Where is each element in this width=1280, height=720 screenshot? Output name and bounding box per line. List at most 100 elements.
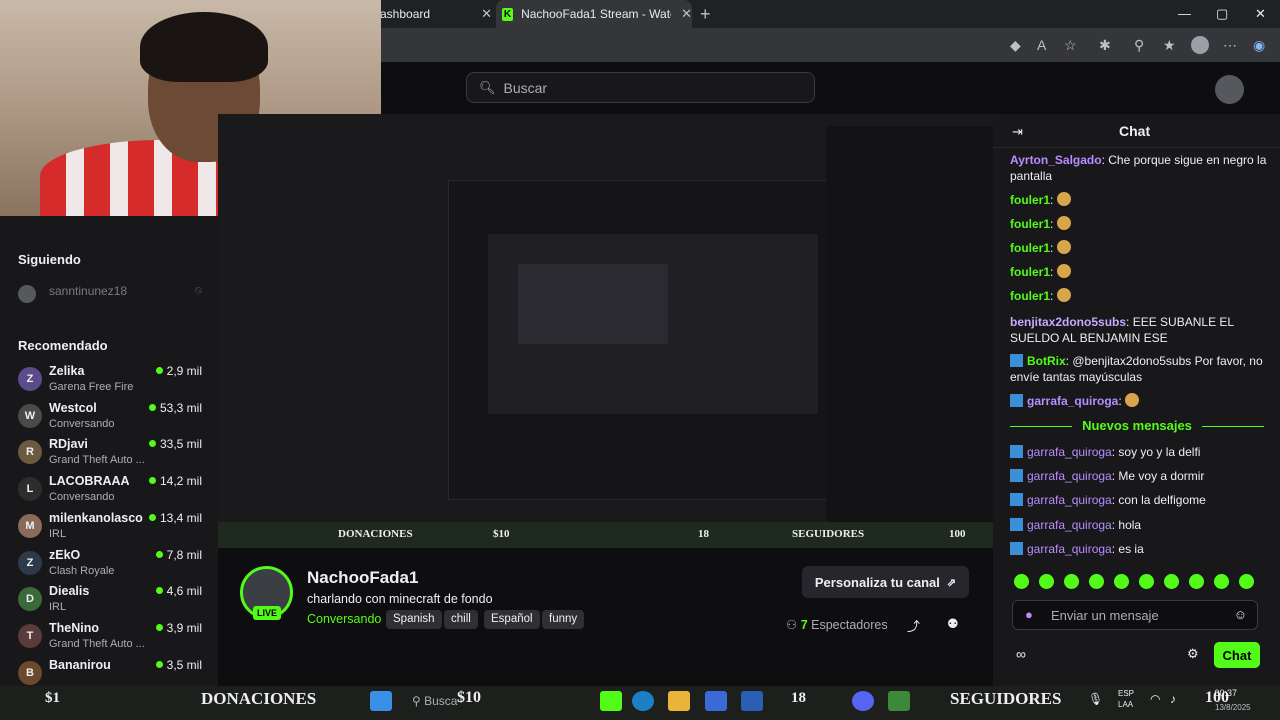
emote-icon [1056, 216, 1071, 230]
emote-icon[interactable] [1014, 574, 1029, 589]
badge-icon [1010, 493, 1023, 507]
chat-username[interactable]: garrafa_quiroga [1027, 542, 1112, 556]
sidebar-item-lacobraaa[interactable]: L LACOBRAAA Conversando 14,2 mil [18, 474, 208, 510]
volume-icon[interactable]: ♪ [1170, 692, 1176, 706]
chat-username[interactable]: garrafa_quiroga [1027, 394, 1118, 408]
emote-icon[interactable] [1139, 574, 1154, 589]
channel-category: Grand Theft Auto ... [49, 454, 145, 467]
windows-start-icon[interactable] [370, 691, 392, 711]
chat-message: fouler1: [1010, 216, 1268, 232]
sidebar-item-following[interactable]: sanntinunez18 ⦸ [18, 284, 208, 320]
tab-stream[interactable]: K NachooFada1 Stream - Watch Liv ✕ [496, 0, 692, 28]
follow-user-icon[interactable]: ⚉ [947, 616, 959, 632]
emote-icon[interactable] [1214, 574, 1229, 589]
extensions-puzzle-icon[interactable]: ✱ [1099, 37, 1111, 54]
file-explorer-icon[interactable] [668, 691, 690, 711]
chat-username[interactable]: fouler1 [1010, 241, 1050, 255]
emote-icon [1056, 264, 1071, 278]
wifi-icon[interactable]: ◠ [1150, 692, 1160, 706]
overlay-18: 18 [791, 690, 806, 706]
favorite-star-icon[interactable]: ☆ [1064, 37, 1077, 54]
extension-icon[interactable]: ◆ [1010, 37, 1021, 54]
channel-name: RDjavi [49, 437, 88, 452]
minimize-icon[interactable]: — [1178, 6, 1191, 21]
sidebar-item-zeko[interactable]: ZzEkO Clash Royale 7,8 mil [18, 548, 208, 584]
emote-icon[interactable] [1039, 574, 1054, 589]
store-icon[interactable] [705, 691, 727, 711]
chat-username[interactable]: garrafa_quiroga [1027, 445, 1112, 459]
close-window-icon[interactable]: ✕ [1255, 6, 1266, 22]
close-icon[interactable]: ✕ [681, 6, 692, 22]
maximize-icon[interactable]: ▢ [1216, 6, 1228, 22]
stream-overlay-bar [218, 522, 993, 548]
emote-icon[interactable] [1189, 574, 1204, 589]
read-aloud-icon[interactable]: A [1037, 37, 1046, 53]
copilot-icon[interactable]: ◉ [1253, 37, 1265, 54]
chat-username[interactable]: fouler1 [1010, 289, 1050, 303]
chat-username[interactable]: garrafa_quiroga [1027, 518, 1112, 532]
collapse-chat-icon[interactable]: ⇥ [1012, 124, 1023, 140]
sidebar-item-westcol[interactable]: W Westcol Conversando 53,3 mil [18, 401, 208, 437]
chat-username[interactable]: fouler1 [1010, 217, 1050, 231]
stream-video-content [218, 114, 993, 522]
chat-username[interactable]: benjitax2dono5subs [1010, 315, 1126, 329]
tab-dashboard[interactable]: ashboard ✕ [380, 0, 492, 28]
language-indicator[interactable]: ESP LAA [1118, 688, 1134, 710]
chat-username[interactable]: BotRix [1027, 354, 1066, 368]
chat-username[interactable]: fouler1 [1010, 193, 1050, 207]
following-title: Siguiendo [18, 252, 81, 267]
avatar: D [18, 587, 42, 612]
tag-funny[interactable]: funny [542, 610, 585, 629]
chat-message: garrafa_quiroga: hola [1010, 517, 1268, 533]
tag-spanish[interactable]: Spanish [386, 610, 442, 629]
streamer-name[interactable]: NachooFada1 [307, 568, 418, 588]
sidebar-item-rdjavi[interactable]: R RDjavi Grand Theft Auto ... 33,5 mil [18, 437, 208, 473]
taskbar-search[interactable]: ⚲ Busca [412, 694, 457, 708]
chat-send-button[interactable]: Chat [1214, 642, 1260, 668]
emote-icon[interactable] [1089, 574, 1104, 589]
tag-espanol[interactable]: Español [484, 610, 540, 629]
more-menu-icon[interactable]: ⋯ [1223, 37, 1237, 54]
search-input[interactable]: 🔍︎ Buscar [466, 72, 815, 103]
chat-username[interactable]: fouler1 [1010, 265, 1050, 279]
chat-username[interactable]: garrafa_quiroga [1027, 469, 1112, 483]
chat-input[interactable]: ● Enviar un mensaje ☺ [1012, 600, 1258, 630]
profile-avatar[interactable] [1191, 36, 1209, 54]
sidebar-item-zelika[interactable]: Z Zelika Garena Free Fire 2,9 mil [18, 364, 208, 400]
sidebar-item-thenino[interactable]: T TheNino Grand Theft Auto ... 3,9 mil [18, 621, 208, 657]
word-icon[interactable] [741, 691, 763, 711]
discord-icon[interactable] [852, 691, 874, 711]
chat-username[interactable]: Ayrton_Salgado [1010, 153, 1102, 167]
points-icon[interactable]: ∞ [1016, 646, 1026, 662]
emote-icon[interactable] [1114, 574, 1129, 589]
overlay-seguidores-small: SEGUIDORES [792, 528, 865, 540]
sidebar-item-milenkanolasco[interactable]: Mmilenkanolasco IRL 13,4 mil [18, 511, 208, 547]
new-tab-button[interactable]: + [700, 4, 711, 25]
viewer-count: 2,9 mil [156, 364, 202, 378]
emoji-icon[interactable]: ☺ [1234, 607, 1247, 622]
downloads-icon[interactable]: ⚲ [1134, 37, 1144, 54]
share-icon[interactable]: ⤴ [907, 616, 920, 635]
emote-icon[interactable] [1239, 574, 1254, 589]
emote-icon [1125, 393, 1140, 407]
chat-username[interactable]: garrafa_quiroga [1027, 493, 1112, 507]
customize-channel-button[interactable]: Personaliza tu canal ⇗ [802, 566, 969, 598]
search-icon: 🔍︎ [479, 79, 496, 95]
favorites-icon[interactable]: ★ [1163, 37, 1176, 54]
kick-app-icon[interactable] [600, 691, 622, 711]
user-avatar[interactable] [1215, 75, 1244, 104]
viewer-count: 33,5 mil [149, 437, 202, 451]
edge-icon[interactable] [632, 691, 654, 711]
overlay-money-small: $10 [493, 528, 510, 540]
mic-tray-icon[interactable]: 🎙︎ [1088, 692, 1103, 706]
tag-chill[interactable]: chill [444, 610, 478, 629]
sidebar-item-diealis[interactable]: D Diealis IRL 4,6 mil [18, 584, 208, 620]
avatar [18, 285, 36, 303]
close-icon[interactable]: ✕ [481, 6, 492, 22]
minecraft-icon[interactable] [888, 691, 910, 711]
channel-category: Clash Royale [49, 564, 115, 577]
stream-category[interactable]: Conversando [307, 612, 381, 626]
chat-settings-gear-icon[interactable]: ⚙ [1187, 646, 1199, 662]
emote-icon[interactable] [1164, 574, 1179, 589]
emote-icon[interactable] [1064, 574, 1079, 589]
